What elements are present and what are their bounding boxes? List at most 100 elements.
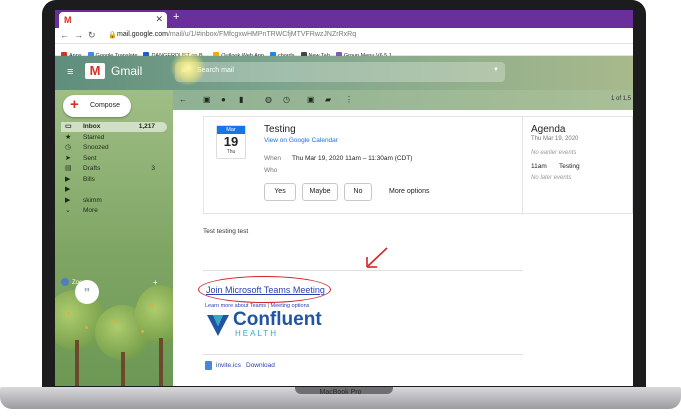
sidebar-item-label: Starred (83, 133, 105, 141)
compose-plus-icon: + (70, 96, 79, 113)
sidebar-item-count: 3 (151, 165, 155, 172)
nav-icon: ▤ (65, 165, 72, 172)
new-tab-icon[interactable]: + (173, 11, 179, 23)
sidebar: + Compose ▭ Inbox 1,217 ★ Starred ◷ Snoozed ➤ Se… (55, 90, 173, 386)
sidebar-item[interactable]: ▤ Drafts 3 (61, 164, 167, 174)
sidebar-item[interactable]: ▶ (61, 185, 167, 195)
fruit-decoration (67, 312, 70, 315)
tree-trunk (75, 340, 79, 386)
fruit-decoration (85, 326, 88, 329)
tree-trunk (159, 338, 163, 386)
more-options-button[interactable]: More options (389, 188, 429, 195)
rsvp-maybe-button[interactable]: Maybe (302, 183, 338, 201)
main-menu-icon[interactable]: ≡ (67, 66, 73, 78)
fruit-decoration (113, 320, 116, 323)
gmail-logo-text: Gmail (111, 64, 143, 78)
nav-icon: ★ (65, 133, 72, 141)
move-to-icon[interactable]: ▣ (307, 95, 315, 104)
back-to-inbox-icon[interactable]: ← (179, 95, 187, 104)
label-icon[interactable]: ▰ (325, 95, 331, 104)
message-pane: Mar 19 Thu Testing View on Google Calend… (173, 110, 633, 386)
close-tab-icon[interactable]: ✕ (155, 14, 163, 25)
rsvp-no-button[interactable]: No (344, 183, 372, 201)
divider (203, 354, 523, 355)
rsvp-yes-button[interactable]: Yes (264, 183, 296, 201)
forward-icon[interactable]: → (74, 30, 83, 40)
search-input[interactable]: ⌕ Search mail ▼ (175, 62, 505, 82)
cal-month: Mar (217, 126, 245, 134)
nav-icon: ▶ (65, 196, 71, 204)
download-link[interactable]: Download (246, 362, 275, 369)
compose-label: Compose (90, 102, 120, 109)
agenda-later: No later events (531, 175, 572, 181)
gmail-logo-icon[interactable]: M (85, 63, 105, 79)
annotation-arrow-icon (366, 247, 388, 268)
agenda-title: Agenda (531, 124, 566, 135)
gmail-favicon-icon: M (64, 15, 72, 25)
cal-day: 19 (223, 134, 239, 149)
join-teams-meeting-link[interactable]: Join Microsoft Teams Meeting (206, 285, 325, 295)
address-bar[interactable]: ← → ↻ 🔒 mail.google.com/mail/u/1/#inbox/… (55, 28, 633, 44)
agenda-date: Thu Mar 19, 2020 (531, 136, 579, 142)
when-value: Thu Mar 19, 2020 11am – 11:30am (CDT) (292, 155, 413, 162)
file-icon (205, 361, 212, 370)
agenda-panel: Agenda Thu Mar 19, 2020 No earlier event… (522, 117, 633, 215)
pager-text: 1 of 1,5 (610, 96, 631, 102)
nav-icon: ◷ (65, 144, 72, 151)
sidebar-item-label: Drafts (83, 165, 101, 172)
back-icon[interactable]: ← (60, 30, 69, 40)
hangouts-quote-icon[interactable]: " (75, 280, 99, 304)
tree-trunk (121, 352, 125, 386)
calendar-date-icon: Mar 19 Thu (216, 125, 246, 159)
more-actions-icon[interactable]: ⋮ (345, 95, 353, 104)
message-body-text: Test testing test (203, 228, 249, 235)
sidebar-item[interactable]: ▭ Inbox 1,217 (61, 122, 167, 132)
sidebar-item-label: skimm (83, 196, 102, 204)
sidebar-item[interactable]: ◷ Snoozed (61, 143, 167, 153)
report-spam-icon[interactable]: ● (221, 95, 226, 104)
nav-icon: ▭ (65, 123, 72, 130)
sidebar-item-label: More (83, 207, 98, 214)
sidebar-item-label: Inbox (83, 123, 101, 130)
url-text[interactable]: mail.google.com/mail/u/1/#inbox/FMfcgxwH… (117, 31, 356, 38)
sidebar-item-label: Snoozed (83, 144, 109, 151)
search-options-icon[interactable]: ▼ (493, 67, 499, 73)
add-contact-icon[interactable]: + (153, 278, 158, 287)
nav-icon: ▶ (65, 175, 71, 183)
who-label: Who (264, 167, 278, 174)
screen: M ✕ + ← → ↻ 🔒 mail.google.com/mail/u/1/#… (55, 10, 633, 386)
event-title: Testing (264, 124, 296, 135)
view-calendar-link[interactable]: View on Google Calendar (264, 137, 338, 144)
browser-tab[interactable]: M ✕ (59, 12, 167, 28)
snooze-icon[interactable]: ◷ (283, 95, 290, 104)
compose-button[interactable]: + Compose (63, 95, 131, 117)
delete-icon[interactable]: ▮ (239, 95, 243, 104)
gmail-header: ≡ M Gmail ⌕ Search mail ▼ (55, 56, 633, 90)
laptop-stage: MacBook Pro M ✕ + ← → ↻ 🔒 mail.google.co… (0, 0, 681, 416)
confluent-logo-icon (207, 315, 229, 336)
mark-unread-icon[interactable]: ◍ (265, 95, 272, 104)
sidebar-item-label: Sent (83, 154, 97, 162)
cursor-highlight (170, 50, 206, 86)
tab-strip: M ✕ + (55, 10, 633, 28)
sidebar-item[interactable]: ▶ skimm (61, 196, 167, 206)
attachment-name[interactable]: invite.ics (216, 362, 241, 369)
sidebar-item[interactable]: ➤ Sent (61, 154, 167, 164)
sidebar-item[interactable]: ⌄ More (61, 206, 167, 216)
cal-dow: Thu (226, 149, 236, 155)
fruit-decoration (151, 304, 154, 307)
agenda-event[interactable]: Testing (559, 163, 580, 170)
archive-icon[interactable]: ▣ (203, 95, 211, 104)
sidebar-item[interactable]: ▶ Bills (61, 175, 167, 185)
bookmarks-bar: AppsGoogle TranslateDANGERDUST on B...Ou… (55, 44, 633, 59)
calendar-invite-card: Mar 19 Thu Testing View on Google Calend… (203, 116, 633, 215)
brand-sub: HEALTH (235, 329, 278, 338)
sidebar-item-label: Bills (83, 175, 95, 183)
avatar (61, 278, 69, 286)
reload-icon[interactable]: ↻ (88, 30, 96, 41)
message-toolbar: ← ▣ ● ▮ ◍ ◷ ▣ ▰ ⋮ 1 of 1,5 (173, 90, 633, 110)
sidebar-item[interactable]: ★ Starred (61, 133, 167, 143)
nav-icon: ➤ (65, 154, 71, 162)
agenda-earlier: No earlier events (531, 150, 577, 156)
nav-icon: ⌄ (65, 207, 71, 214)
